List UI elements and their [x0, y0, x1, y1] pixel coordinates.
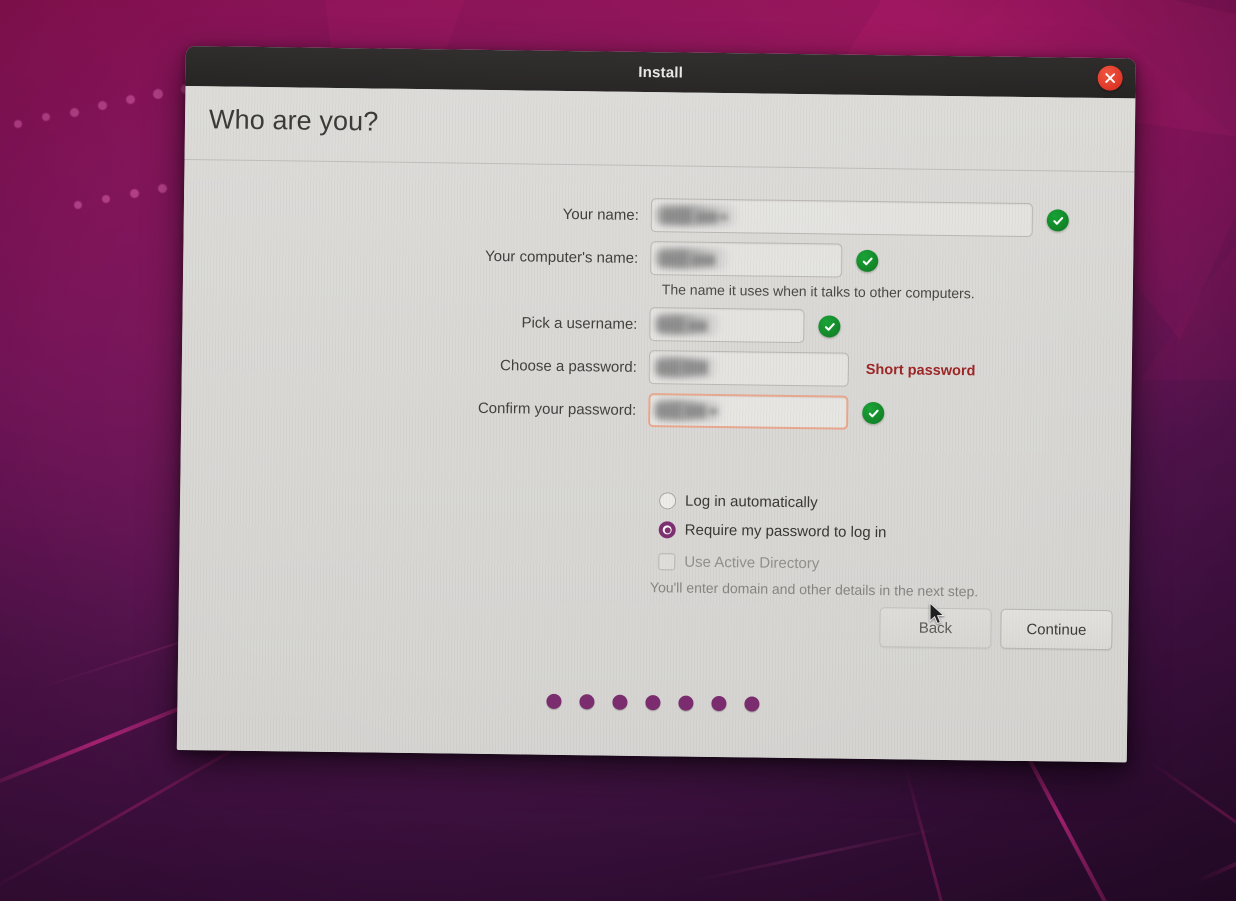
input-username[interactable] [649, 307, 805, 344]
label-confirm-password: Confirm your password: [477, 399, 637, 419]
field-row-username: Pick a username: [182, 301, 1132, 349]
check-circle-icon [856, 249, 879, 273]
input-confirm-password[interactable] [648, 393, 849, 430]
input-computer-name[interactable] [650, 241, 843, 278]
label-username: Pick a username: [521, 314, 638, 333]
dialog-body: Who are you? Your name: Your computer's … [176, 85, 1136, 763]
progress-dot [710, 695, 727, 712]
header-divider [184, 158, 1135, 173]
continue-button[interactable]: Continue [1000, 608, 1113, 651]
label-computer-name: Your computer's name: [484, 247, 639, 267]
checkbox-indicator-unchecked [658, 553, 676, 571]
checkbox-label-use-active-directory: Use Active Directory [684, 553, 820, 573]
active-directory-note: You'll enter domain and other details in… [649, 579, 979, 600]
label-your-name: Your name: [562, 205, 639, 224]
install-dialog-window: Install Who are you? Your name: Your com… [176, 46, 1136, 763]
screen-photo: Install Who are you? Your name: Your com… [0, 0, 1236, 901]
progress-dot [611, 694, 628, 710]
window-title: Install [638, 63, 684, 82]
redacted-value [654, 313, 721, 337]
radio-label-require-password: Require my password to log in [684, 521, 887, 542]
check-circle-icon [818, 315, 841, 338]
back-button[interactable]: Back [879, 607, 992, 649]
close-icon[interactable] [1097, 65, 1123, 91]
field-row-confirm-password: Confirm your password: [181, 387, 1131, 435]
hint-computer-name: The name it uses when it talks to other … [661, 281, 975, 302]
check-circle-icon [862, 401, 885, 425]
radio-label-log-in-automatically: Log in automatically [684, 492, 818, 512]
radio-log-in-automatically[interactable]: Log in automatically [658, 486, 980, 519]
input-your-name[interactable] [650, 198, 1034, 238]
progress-dot [677, 695, 694, 711]
user-setup-form: Your name: Your computer's name: The nam… [181, 192, 1134, 442]
radio-indicator-selected [658, 521, 676, 539]
field-row-password: Choose a password: Short password [182, 344, 1132, 392]
progress-dot [578, 694, 595, 710]
dialog-action-buttons: Back Continue [879, 607, 1113, 651]
redacted-value [655, 204, 738, 228]
password-warning-text: Short password [865, 361, 976, 380]
progress-dot [644, 695, 661, 711]
field-row-your-name: Your name: [184, 192, 1134, 240]
progress-dot [545, 693, 562, 709]
progress-dots [177, 689, 1127, 716]
checkbox-use-active-directory[interactable]: Use Active Directory [658, 547, 979, 580]
radio-indicator-unselected [658, 492, 677, 510]
label-password: Choose a password: [499, 357, 637, 376]
radio-require-password[interactable]: Require my password to log in [658, 515, 980, 548]
check-circle-icon [1046, 209, 1069, 232]
redacted-value [653, 356, 718, 379]
redacted-value [653, 399, 724, 423]
redacted-value [655, 247, 730, 271]
progress-dot [743, 696, 760, 712]
input-password[interactable] [648, 350, 850, 387]
login-options-group: Log in automatically Require my password… [650, 486, 980, 599]
page-title: Who are you? [208, 104, 379, 137]
